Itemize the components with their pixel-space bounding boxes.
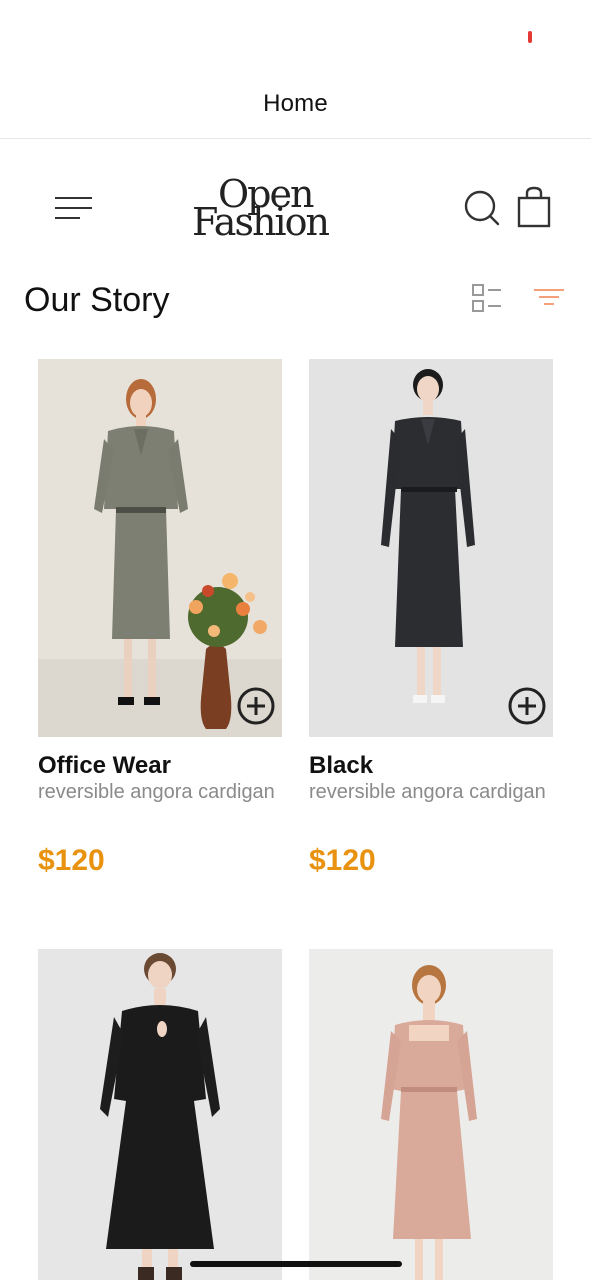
list-view-icon	[472, 284, 501, 312]
product-image[interactable]	[309, 359, 553, 737]
page-title: Home	[263, 90, 328, 117]
shopping-bag-icon	[517, 186, 551, 228]
product-photo-black	[309, 359, 553, 737]
product-image[interactable]	[309, 949, 553, 1280]
product-card[interactable]: Office Wear reversible angora cardigan $…	[38, 359, 282, 899]
plus-circle-icon	[237, 687, 275, 725]
recording-indicator	[528, 31, 532, 43]
product-card[interactable]	[309, 949, 553, 1280]
product-image[interactable]	[38, 949, 282, 1280]
product-photo-pink-dress	[309, 949, 553, 1280]
filter-icon	[534, 289, 564, 305]
brand-logo[interactable]: Open Fashion	[185, 175, 355, 245]
product-description: reversible angora cardigan	[38, 781, 275, 803]
product-name[interactable]: Office Wear	[38, 751, 171, 781]
add-to-cart-button[interactable]	[507, 686, 547, 726]
menu-button[interactable]	[50, 190, 96, 224]
add-to-cart-button[interactable]	[236, 686, 276, 726]
product-image[interactable]	[38, 359, 282, 737]
plus-circle-icon	[508, 687, 546, 725]
home-indicator[interactable]	[190, 1261, 402, 1267]
product-name[interactable]: Black	[309, 751, 373, 781]
product-price: $120	[309, 844, 376, 877]
app-header: Open Fashion	[0, 150, 591, 260]
product-photo-office-wear	[38, 359, 282, 737]
section-title: Our Story	[24, 281, 170, 319]
product-description: reversible angora cardigan	[309, 781, 546, 803]
search-button[interactable]	[462, 188, 502, 228]
app-screen: Home Open Fashion Our Story Office Wear …	[0, 0, 591, 1280]
status-bar	[0, 0, 591, 80]
product-price: $120	[38, 844, 105, 877]
filter-button[interactable]	[532, 286, 566, 310]
product-card[interactable]: Black reversible angora cardigan $120	[309, 359, 553, 899]
product-photo-black-dress	[38, 949, 282, 1280]
hamburger-menu-icon	[55, 197, 92, 219]
shopping-bag-button[interactable]	[514, 186, 554, 230]
search-icon	[464, 190, 500, 226]
product-card[interactable]	[38, 949, 282, 1280]
list-view-button[interactable]	[470, 283, 504, 315]
divider	[0, 138, 591, 139]
logo-text-fashion: Fashion	[192, 200, 330, 244]
